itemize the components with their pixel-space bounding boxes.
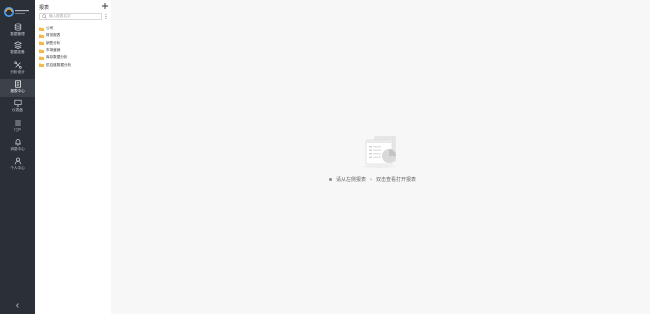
- folder-icon: [39, 63, 44, 68]
- tree-item[interactable]: 供应链数据分析: [39, 61, 71, 68]
- nav-item-report-center[interactable]: 报表中心: [0, 79, 35, 97]
- bell-icon: [14, 139, 21, 146]
- logo-icon: [4, 7, 29, 17]
- nav-label: 消息中心: [10, 147, 25, 151]
- nav-item-portal[interactable]: 门户: [0, 118, 35, 136]
- tree-item[interactable]: 公司: [39, 25, 71, 32]
- folder-icon: [39, 27, 44, 31]
- nav-item-dashboard[interactable]: 仪表盘: [0, 98, 35, 116]
- report-tree-panel: 报表 输入报表名字 公司 财务报表 销售分析 市场营销 库存数据分析 供应链数据…: [35, 0, 112, 314]
- tree-item[interactable]: 市场营销: [39, 47, 71, 54]
- report-folder-tree: 公司 财务报表 销售分析 市场营销 库存数据分析 供应链数据分析: [39, 25, 71, 69]
- tree-item-label: 销售分析: [46, 40, 61, 45]
- monitor-icon: [13, 99, 22, 107]
- tree-item[interactable]: 销售分析: [39, 40, 71, 47]
- nav-item-notifications[interactable]: 消息中心: [0, 137, 35, 155]
- nav-label: 报表中心: [10, 89, 25, 93]
- plus-icon[interactable]: [101, 2, 109, 10]
- nav-label: 数据准备: [10, 50, 25, 54]
- nav-label: 分析设计: [10, 70, 25, 74]
- empty-report-illustration: [364, 136, 396, 168]
- nav-item-data-preparation[interactable]: 数据准备: [0, 40, 35, 58]
- tree-item-label: 库存数据分析: [46, 55, 68, 60]
- tree-item-label: 财务报表: [46, 33, 61, 38]
- more-icon[interactable]: [104, 13, 108, 20]
- folder-icon: [39, 41, 44, 46]
- nav-label: 仪表盘: [12, 108, 23, 112]
- chevron-right-icon: ›: [370, 176, 373, 183]
- tree-item-label: 市场营销: [46, 48, 61, 53]
- collapse-icon[interactable]: [14, 302, 21, 309]
- search-input[interactable]: 输入报表名字: [39, 13, 102, 20]
- nav-item-account[interactable]: 个人中心: [0, 156, 35, 174]
- folder-icon: [39, 56, 44, 60]
- tree-item-label: 公司: [46, 26, 54, 31]
- nav-label: 数据管理: [10, 32, 25, 36]
- hint-right-text: 双击查看打开报表: [376, 177, 417, 183]
- tree-item[interactable]: 库存数据分析: [39, 54, 71, 61]
- menu-icon: [14, 120, 21, 126]
- hint-bullet: [329, 178, 332, 181]
- tree-item-label: 供应链数据分析: [46, 62, 72, 67]
- search-icon: [42, 14, 47, 19]
- nav-item-data-management[interactable]: 数据管理: [0, 22, 35, 40]
- database-icon: [14, 23, 21, 31]
- user-icon: [14, 157, 21, 165]
- report-icon: [14, 80, 21, 88]
- folder-icon: [39, 34, 44, 38]
- nav-label: 门户: [13, 128, 22, 132]
- search-placeholder: 输入报表名字: [49, 14, 71, 18]
- empty-state-hint: 请从左侧报表 › 双击查看打开报表: [329, 176, 416, 183]
- nav-label: 个人中心: [10, 166, 25, 170]
- tree-item[interactable]: 财务报表: [39, 32, 71, 39]
- left-nav-rail: 数据管理 数据准备 分析设计 报表中心 仪表盘 门户 消息中心 个人中心: [0, 0, 35, 314]
- panel-title: 报表: [39, 5, 50, 11]
- nav-item-analysis-design[interactable]: 分析设计: [0, 60, 35, 78]
- main-content-area: 请从左侧报表 › 双击查看打开报表: [111, 0, 650, 314]
- hint-left-text: 请从左侧报表: [336, 177, 367, 183]
- tools-icon: [13, 61, 22, 69]
- layers-icon: [13, 41, 22, 49]
- folder-icon: [39, 49, 44, 53]
